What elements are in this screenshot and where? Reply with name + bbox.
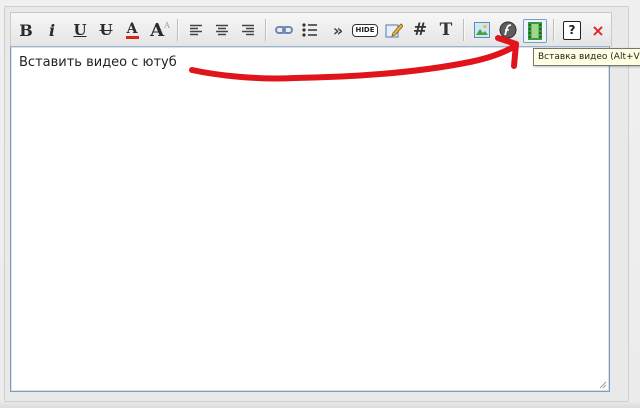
align-right-icon	[242, 24, 254, 36]
pencil-icon	[385, 23, 403, 38]
strikethrough-button[interactable]: U	[95, 19, 117, 41]
underline-button[interactable]: U	[69, 19, 91, 41]
link-icon	[275, 26, 293, 34]
editor-content: Вставить видео с ютуб	[19, 55, 177, 70]
close-icon: ×	[591, 20, 605, 40]
help-icon: ?	[563, 20, 581, 40]
quote-button[interactable]: »	[327, 19, 349, 41]
close-button[interactable]: ×	[587, 19, 609, 41]
toolbar-separator	[177, 19, 178, 41]
hide-button[interactable]: HIDE	[351, 19, 379, 41]
font-color-bar	[125, 35, 139, 39]
bullet-list-button[interactable]	[299, 19, 321, 41]
link-button[interactable]	[273, 19, 295, 41]
hash-button[interactable]: #	[409, 19, 431, 41]
bold-button[interactable]: B	[15, 19, 37, 41]
text-button[interactable]: T	[435, 19, 457, 41]
toolbar-separator	[463, 19, 464, 41]
insert-video-tooltip: Вставка видео (Alt+V)	[533, 48, 640, 66]
toolbar-separator	[265, 19, 266, 41]
hide-icon: HIDE	[352, 23, 378, 37]
flash-icon	[499, 21, 517, 39]
font-color-button[interactable]: A	[121, 19, 143, 41]
font-size-small-glyph: A	[164, 20, 170, 30]
editor-toolbar: B i U U A A A » HIDE # T ? ×	[10, 12, 612, 47]
insert-video-button[interactable]	[523, 19, 547, 43]
toolbar-separator	[553, 19, 554, 41]
bullet-list-icon	[302, 23, 317, 37]
image-icon	[474, 22, 490, 38]
resize-grip-icon[interactable]	[599, 381, 607, 389]
align-center-icon	[216, 24, 228, 36]
flash-button[interactable]	[497, 19, 519, 41]
help-button[interactable]: ?	[561, 19, 583, 41]
quote-icon: »	[332, 20, 344, 40]
italic-button[interactable]: i	[41, 19, 63, 41]
align-right-button[interactable]	[237, 19, 259, 41]
film-icon	[528, 22, 542, 40]
align-left-button[interactable]	[185, 19, 207, 41]
align-center-button[interactable]	[211, 19, 233, 41]
image-button[interactable]	[471, 19, 493, 41]
font-size-button[interactable]: A A	[149, 19, 171, 41]
align-left-icon	[190, 24, 202, 36]
edit-button[interactable]	[383, 19, 405, 41]
editor-textarea[interactable]: Вставить видео с ютуб	[10, 46, 610, 392]
